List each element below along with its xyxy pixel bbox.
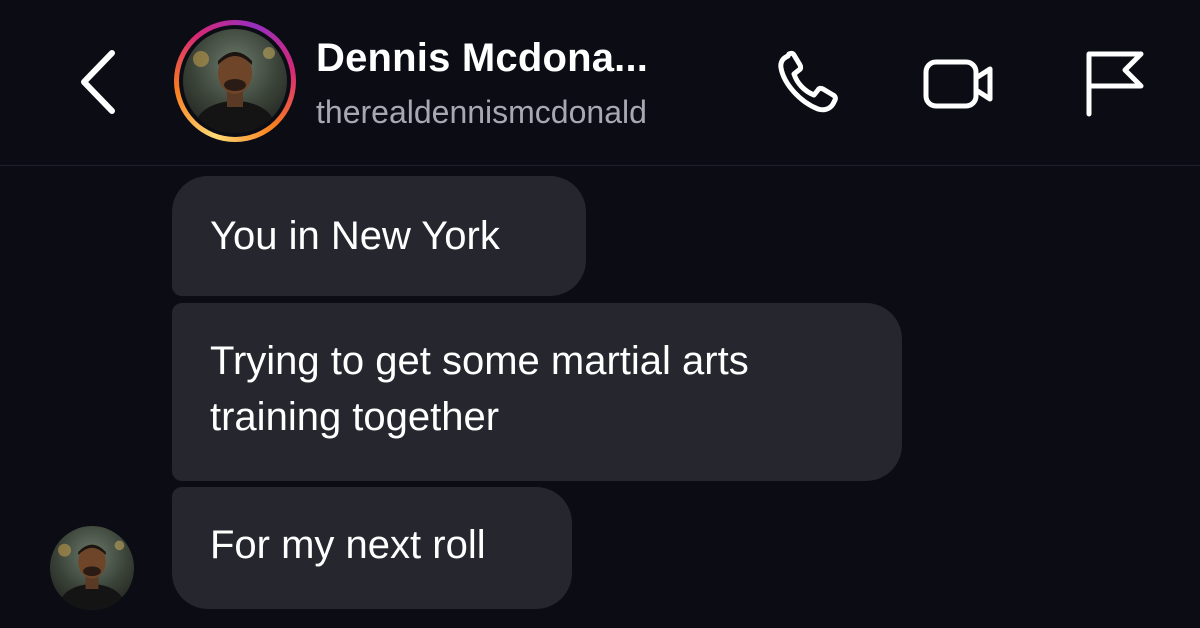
avatar (183, 29, 287, 133)
video-call-button[interactable] (919, 48, 999, 118)
message-text-line: Trying to get some martial arts (210, 339, 749, 383)
dm-thread-screen: Dennis Mcdona... therealdennismcdonald Y… (0, 0, 1200, 628)
message-text-line: training together (210, 395, 500, 439)
phone-icon (778, 50, 838, 113)
video-camera-icon (923, 59, 993, 109)
story-ring-avatar[interactable] (174, 20, 296, 142)
chat-header: Dennis Mcdona... therealdennismcdonald (0, 0, 1200, 166)
contact-username: therealdennismcdonald (316, 94, 647, 130)
back-button[interactable] (68, 44, 128, 120)
report-button[interactable] (1072, 48, 1152, 118)
flag-icon (1086, 51, 1144, 117)
message-bubble[interactable]: You in New York (172, 176, 586, 296)
message-bubble[interactable]: Trying to get some martial arts training… (172, 303, 902, 481)
sender-avatar[interactable] (50, 526, 134, 610)
message-bubble[interactable]: For my next roll (172, 487, 572, 609)
contact-info[interactable]: Dennis Mcdona... therealdennismcdonald (316, 30, 648, 138)
message-text: You in New York (210, 214, 500, 258)
voice-call-button[interactable] (770, 48, 850, 118)
message-text: For my next roll (210, 523, 486, 567)
chevron-left-icon (81, 50, 115, 114)
contact-name: Dennis Mcdona... (316, 36, 649, 80)
